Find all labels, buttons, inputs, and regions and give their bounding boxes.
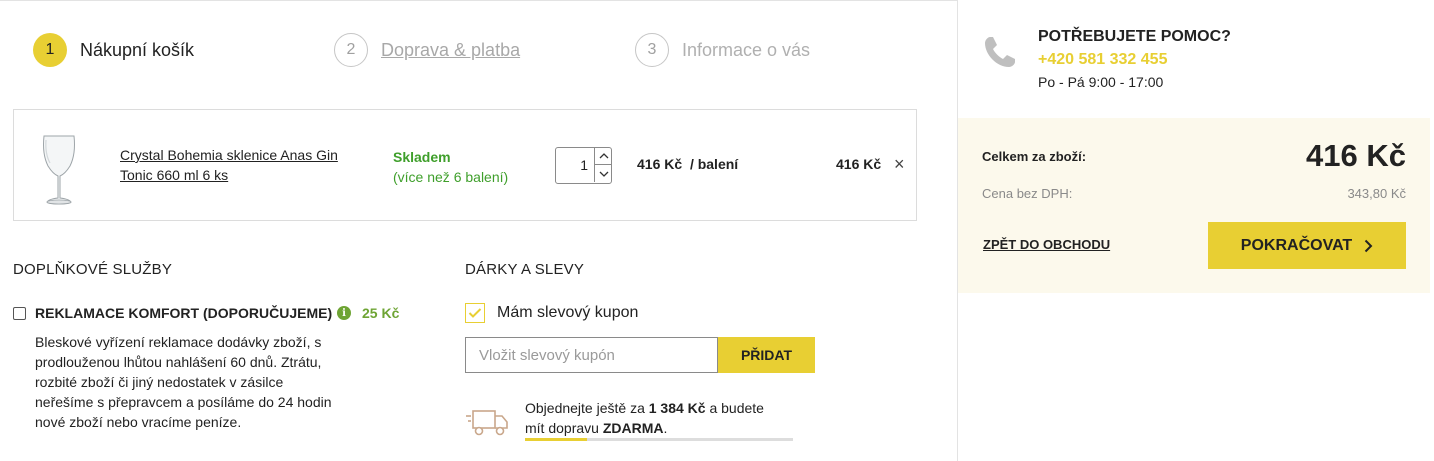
continue-button[interactable]: POKRAČOVAT xyxy=(1208,222,1406,269)
shipping-end: . xyxy=(663,420,668,436)
help-hours: Po - Pá 9:00 - 17:00 xyxy=(1038,74,1164,90)
help-title: POTŘEBUJETE POMOC? xyxy=(1038,28,1231,45)
step-cart: 1 Nákupní košík xyxy=(33,33,194,67)
shipping-middle: a budete xyxy=(705,400,764,416)
shipping-prefix: Objednejte ještě za xyxy=(525,400,649,416)
shipping-line2-prefix: mít dopravu xyxy=(525,420,603,436)
free-shipping-progress xyxy=(525,438,793,441)
step-customer-info: 3 Informace o vás xyxy=(635,33,810,67)
gifts-heading: DÁRKY A SLEVY xyxy=(465,261,585,278)
service-description: Bleskové vyřízení reklamace dodávky zbož… xyxy=(35,334,332,430)
vat-value: 343,80 Kč xyxy=(1347,186,1406,201)
checkmark-icon xyxy=(468,308,482,318)
vat-label: Cena bez DPH: xyxy=(982,186,1073,201)
top-divider xyxy=(0,0,957,1)
step-number-1: 1 xyxy=(33,33,67,67)
chevron-up-icon xyxy=(599,153,608,159)
coupon-input[interactable] xyxy=(465,337,718,373)
step-label-customer-info: Informace o vás xyxy=(682,39,811,60)
chevron-down-icon xyxy=(599,171,608,177)
info-icon[interactable]: i xyxy=(337,306,351,320)
stock-detail: (více než 6 balení) xyxy=(393,169,509,185)
help-phone-link[interactable]: +420 581 332 455 xyxy=(1038,51,1167,69)
free-shipping-message: Objednejte ještě za 1 384 Kč a budete mí… xyxy=(525,398,764,438)
shipping-remaining-amount: 1 384 Kč xyxy=(648,400,706,416)
free-shipping-progress-fill xyxy=(525,438,587,441)
step-link-shipping-payment[interactable]: Doprava & platba xyxy=(381,40,520,61)
chevron-right-icon xyxy=(1364,239,1373,253)
add-coupon-button[interactable]: PŘIDAT xyxy=(718,337,815,373)
unit-price-value: 416 Kč xyxy=(637,156,683,172)
shipping-free-label: ZDARMA xyxy=(602,420,664,436)
truck-icon xyxy=(466,410,508,436)
quantity-input[interactable]: 1 xyxy=(556,148,594,183)
service-price: 25 Kč xyxy=(362,305,400,321)
product-image[interactable] xyxy=(39,132,79,208)
step-label-cart: Nákupní košík xyxy=(80,39,195,60)
back-to-shop-link[interactable]: ZPĚT DO OBCHODU xyxy=(983,237,1110,252)
services-heading: DOPLŇKOVÉ SLUŽBY xyxy=(13,261,173,278)
stock-status: Skladem (více než 6 balení) xyxy=(393,147,508,187)
service-name[interactable]: REKLAMACE KOMFORT (DOPORUČUJEME) xyxy=(35,305,332,321)
continue-label: POKRAČOVAT xyxy=(1240,236,1353,254)
quantity-increase-button[interactable] xyxy=(594,148,612,165)
step-shipping-payment[interactable]: 2 Doprava & platba xyxy=(334,33,520,67)
unit-price-suffix: / balení xyxy=(689,156,739,172)
service-checkbox[interactable] xyxy=(13,307,26,320)
step-number-2: 2 xyxy=(334,33,368,67)
order-summary: Celkem za zboží: 416 Kč Cena bez DPH: 34… xyxy=(958,118,1430,293)
unit-price: 416 Kč / balení xyxy=(637,156,738,172)
product-name-link[interactable]: Crystal Bohemia sklenice Anas Gin Tonic … xyxy=(120,145,370,185)
quantity-decrease-button[interactable] xyxy=(594,165,612,182)
line-total: 416 Kč xyxy=(836,156,882,172)
stock-label: Skladem xyxy=(393,149,451,165)
coupon-checkbox[interactable] xyxy=(465,303,485,323)
total-label: Celkem za zboží: xyxy=(982,149,1087,164)
quantity-stepper: 1 xyxy=(555,147,612,184)
phone-icon xyxy=(985,37,1015,67)
cart-item-row: Crystal Bohemia sklenice Anas Gin Tonic … xyxy=(13,109,917,221)
remove-item-button[interactable]: × xyxy=(894,155,905,173)
coupon-label[interactable]: Mám slevový kupon xyxy=(497,304,638,322)
step-number-3: 3 xyxy=(635,33,669,67)
total-value: 416 Kč xyxy=(1306,138,1406,173)
